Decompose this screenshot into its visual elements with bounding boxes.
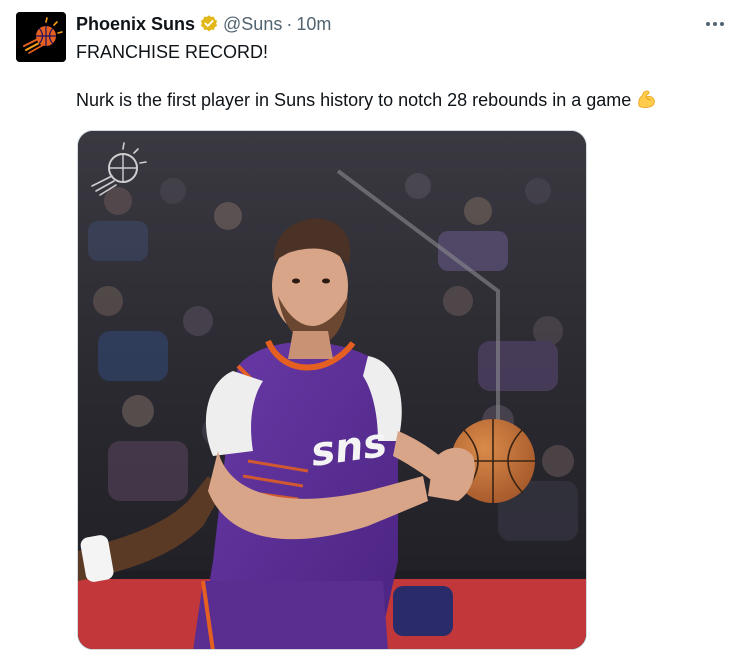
- tweet[interactable]: Phoenix Suns @Suns · 10m FRANCHISE RECOR…: [0, 0, 740, 650]
- more-options-button[interactable]: [700, 10, 730, 38]
- tweet-media-photo[interactable]: sns: [77, 130, 587, 650]
- flexed-biceps-emoji-icon: [635, 88, 657, 116]
- tweet-body-paragraph: Nurk is the first player in Suns history…: [76, 88, 716, 116]
- tweet-headline: FRANCHISE RECORD!: [76, 42, 269, 62]
- separator-dot: ·: [286, 13, 293, 34]
- tweet-header: Phoenix Suns @Suns · 10m: [76, 12, 331, 36]
- tweet-body: Nurk is the first player in Suns history…: [76, 90, 632, 110]
- more-options-icon: [706, 22, 724, 26]
- author-display-name[interactable]: Phoenix Suns: [76, 14, 195, 35]
- author-avatar[interactable]: [16, 12, 66, 62]
- player-photo: sns: [78, 131, 586, 649]
- tweet-text: FRANCHISE RECORD! Nurk is the first play…: [76, 40, 716, 116]
- suns-logo-icon: [16, 12, 66, 62]
- gold-verified-badge-icon[interactable]: [199, 14, 219, 34]
- author-handle[interactable]: @Suns: [223, 14, 282, 35]
- tweet-timestamp[interactable]: 10m: [296, 14, 331, 35]
